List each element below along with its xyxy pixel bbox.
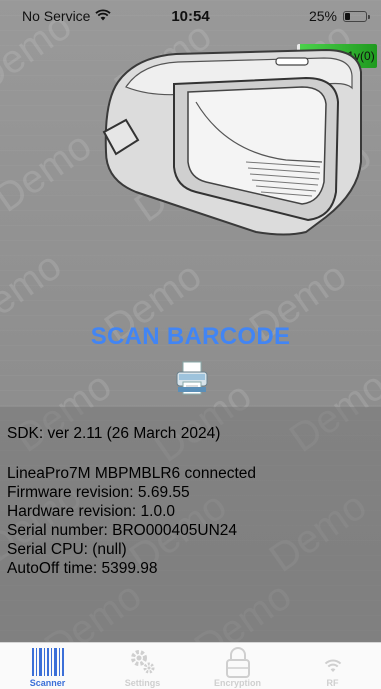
tab-rf[interactable]: RF [285,643,380,689]
tab-bar: Scanner Settings Encryption RF [0,642,381,689]
serial-number: Serial number: BRO000405UN24 [7,522,238,539]
serial-cpu: Serial CPU: (null) [7,541,127,558]
battery-percent: 25% [308,8,337,24]
tab-label: RF [326,678,339,688]
tab-label: Scanner [29,678,66,688]
tab-encryption[interactable]: Encryption [190,643,285,689]
battery-status: 25% [308,8,370,24]
tab-label: Settings [124,678,161,688]
hardware-revision: Hardware revision: 1.0.0 [7,503,175,520]
tab-label: Encryption [213,678,261,688]
scanner-device-image [96,42,371,237]
scan-barcode-button[interactable]: SCAN BARCODE [0,323,381,351]
gears-icon [125,645,161,679]
autooff-time: AutoOff time: 5399.98 [7,560,158,577]
status-bar: No Service 10:54 25% [0,0,381,36]
printer-icon[interactable] [175,360,209,396]
device-info: SDK: ver 2.11 (26 March 2024) LineaPro7M… [7,424,256,578]
battery-icon [343,10,370,22]
wifi-icon [315,645,351,679]
lock-icon [220,645,256,679]
connection-status: LineaPro7M MBPMBLR6 connected [7,465,256,482]
tab-scanner[interactable]: Scanner [0,643,95,689]
sdk-version: SDK: ver 2.11 (26 March 2024) [7,425,221,442]
tab-settings[interactable]: Settings [95,643,190,689]
barcode-icon [30,645,66,679]
firmware-revision: Firmware revision: 5.69.55 [7,484,190,501]
